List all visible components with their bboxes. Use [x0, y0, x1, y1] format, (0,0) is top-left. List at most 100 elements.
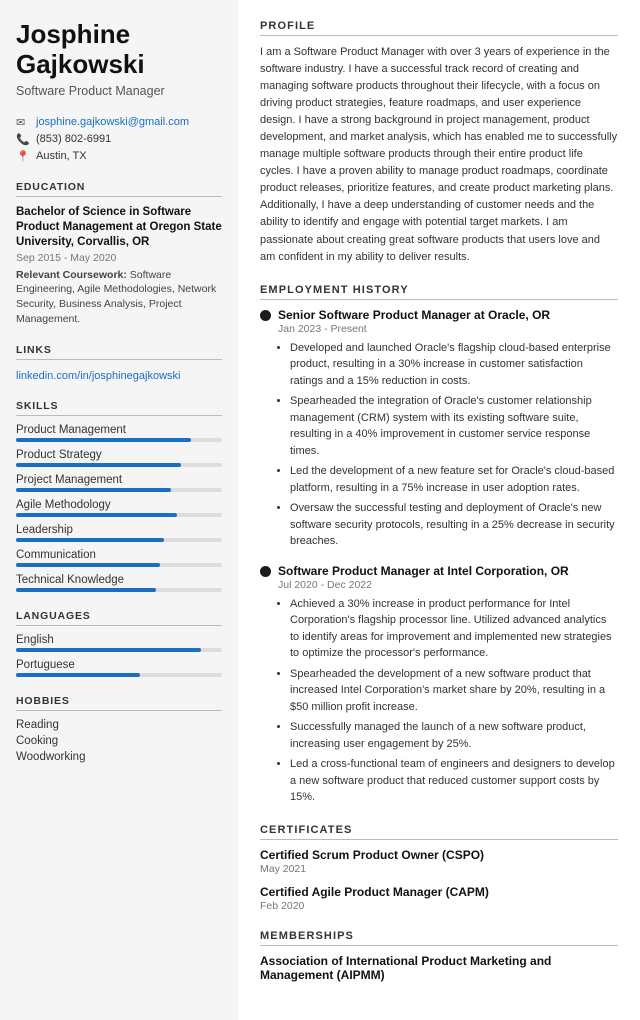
skill-bar-fill: [16, 563, 160, 567]
links-section: LINKS linkedin.com/in/josphinegajkowski: [16, 344, 222, 382]
hobbies-title: HOBBIES: [16, 695, 222, 711]
skill-item: Project Management: [16, 474, 222, 492]
list-item: Led the development of a new feature set…: [290, 463, 618, 496]
certificates-title: CERTIFICATES: [260, 824, 618, 840]
skill-item: Product Strategy: [16, 449, 222, 467]
lang-bar-bg: [16, 673, 222, 677]
skill-label: Technical Knowledge: [16, 574, 222, 586]
memberships-title: MEMBERSHIPS: [260, 930, 618, 946]
skill-bar-bg: [16, 488, 222, 492]
employment-section: EMPLOYMENT HISTORY Senior Software Produ…: [260, 284, 618, 806]
skill-label: Project Management: [16, 474, 222, 486]
lang-bar-fill: [16, 673, 140, 677]
skill-bar-bg: [16, 463, 222, 467]
membership-title: Association of International Product Mar…: [260, 954, 618, 982]
skill-bar-fill: [16, 488, 171, 492]
linkedin-link[interactable]: linkedin.com/in/josphinegajkowski: [16, 370, 180, 382]
name-title: Josphine Gajkowski Software Product Mana…: [16, 20, 222, 98]
job-title: Software Product Manager: [16, 84, 222, 98]
skill-bar-bg: [16, 438, 222, 442]
list-item: Developed and launched Oracle's flagship…: [290, 340, 618, 390]
coursework-label: Relevant Coursework:: [16, 269, 127, 281]
skill-bar-fill: [16, 588, 156, 592]
skill-label: Leadership: [16, 524, 222, 536]
skill-item: Leadership: [16, 524, 222, 542]
list-item: Spearheaded the integration of Oracle's …: [290, 393, 618, 459]
emp-header: Software Product Manager at Intel Corpor…: [260, 564, 618, 578]
skill-item: Communication: [16, 549, 222, 567]
emp-title: Software Product Manager at Intel Corpor…: [278, 564, 569, 578]
phone-icon: 📞: [16, 133, 30, 146]
emp-period: Jan 2023 - Present: [278, 323, 618, 335]
location-text: Austin, TX: [36, 150, 87, 162]
edu-degree: Bachelor of Science in Software Product …: [16, 205, 222, 250]
linkedin-link-item[interactable]: linkedin.com/in/josphinegajkowski: [16, 368, 222, 382]
cert-date: May 2021: [260, 863, 618, 875]
languages-section: LANGUAGES English Portuguese: [16, 610, 222, 677]
skill-bar-fill: [16, 538, 164, 542]
list-item: Spearheaded the development of a new sof…: [290, 666, 618, 716]
hobbies-section: HOBBIES Reading Cooking Woodworking: [16, 695, 222, 763]
list-item: Led a cross-functional team of engineers…: [290, 756, 618, 806]
sidebar: Josphine Gajkowski Software Product Mana…: [0, 0, 238, 1020]
phone-item: 📞 (853) 802-6991: [16, 133, 222, 146]
edu-period: Sep 2015 - May 2020: [16, 252, 222, 264]
emp-item: Senior Software Product Manager at Oracl…: [260, 308, 618, 550]
hobby-item: Woodworking: [16, 751, 222, 763]
links-title: LINKS: [16, 344, 222, 360]
skill-bar-fill: [16, 463, 181, 467]
edu-coursework: Relevant Coursework: Software Engineerin…: [16, 268, 222, 327]
emp-bullets: Developed and launched Oracle's flagship…: [290, 340, 618, 550]
emp-header: Senior Software Product Manager at Oracl…: [260, 308, 618, 322]
profile-title: PROFILE: [260, 20, 618, 36]
hobby-item: Cooking: [16, 735, 222, 747]
email-icon: ✉: [16, 116, 30, 129]
profile-section: PROFILE I am a Software Product Manager …: [260, 20, 618, 266]
lang-label: English: [16, 634, 222, 646]
skill-bar-fill: [16, 438, 191, 442]
emp-period: Jul 2020 - Dec 2022: [278, 579, 618, 591]
cert-title: Certified Agile Product Manager (CAPM): [260, 885, 618, 899]
cert-title: Certified Scrum Product Owner (CSPO): [260, 848, 618, 862]
emp-bullets: Achieved a 30% increase in product perfo…: [290, 596, 618, 806]
list-item: Achieved a 30% increase in product perfo…: [290, 596, 618, 662]
list-item: Oversaw the successful testing and deplo…: [290, 500, 618, 550]
memberships-section: MEMBERSHIPS Association of International…: [260, 930, 618, 982]
skill-bar-bg: [16, 538, 222, 542]
cert-item: Certified Agile Product Manager (CAPM) F…: [260, 885, 618, 912]
lang-item: English: [16, 634, 222, 652]
email-item[interactable]: ✉ josphine.gajkowski@gmail.com: [16, 116, 222, 129]
emp-dot: [260, 310, 271, 321]
lang-label: Portuguese: [16, 659, 222, 671]
skills-title: SKILLS: [16, 400, 222, 416]
skill-item: Product Management: [16, 424, 222, 442]
cert-date: Feb 2020: [260, 900, 618, 912]
skill-bar-fill: [16, 513, 177, 517]
skill-label: Product Management: [16, 424, 222, 436]
email-link[interactable]: josphine.gajkowski@gmail.com: [36, 116, 189, 128]
skill-bar-bg: [16, 513, 222, 517]
emp-dot: [260, 566, 271, 577]
full-name: Josphine Gajkowski: [16, 20, 222, 80]
languages-title: LANGUAGES: [16, 610, 222, 626]
cert-item: Certified Scrum Product Owner (CSPO) May…: [260, 848, 618, 875]
lang-bar-fill: [16, 648, 201, 652]
skill-bar-bg: [16, 588, 222, 592]
location-item: 📍 Austin, TX: [16, 150, 222, 163]
emp-item: Software Product Manager at Intel Corpor…: [260, 564, 618, 806]
skill-item: Technical Knowledge: [16, 574, 222, 592]
education-section: EDUCATION Bachelor of Science in Softwar…: [16, 181, 222, 327]
profile-text: I am a Software Product Manager with ove…: [260, 44, 618, 266]
hobby-item: Reading: [16, 719, 222, 731]
emp-title: Senior Software Product Manager at Oracl…: [278, 308, 550, 322]
skill-label: Agile Methodology: [16, 499, 222, 511]
skill-label: Product Strategy: [16, 449, 222, 461]
list-item: Successfully managed the launch of a new…: [290, 719, 618, 752]
main-content: PROFILE I am a Software Product Manager …: [238, 0, 640, 1020]
education-title: EDUCATION: [16, 181, 222, 197]
skill-label: Communication: [16, 549, 222, 561]
lang-item: Portuguese: [16, 659, 222, 677]
skills-section: SKILLS Product Management Product Strate…: [16, 400, 222, 592]
employment-title: EMPLOYMENT HISTORY: [260, 284, 618, 300]
contact-section: ✉ josphine.gajkowski@gmail.com 📞 (853) 8…: [16, 116, 222, 163]
